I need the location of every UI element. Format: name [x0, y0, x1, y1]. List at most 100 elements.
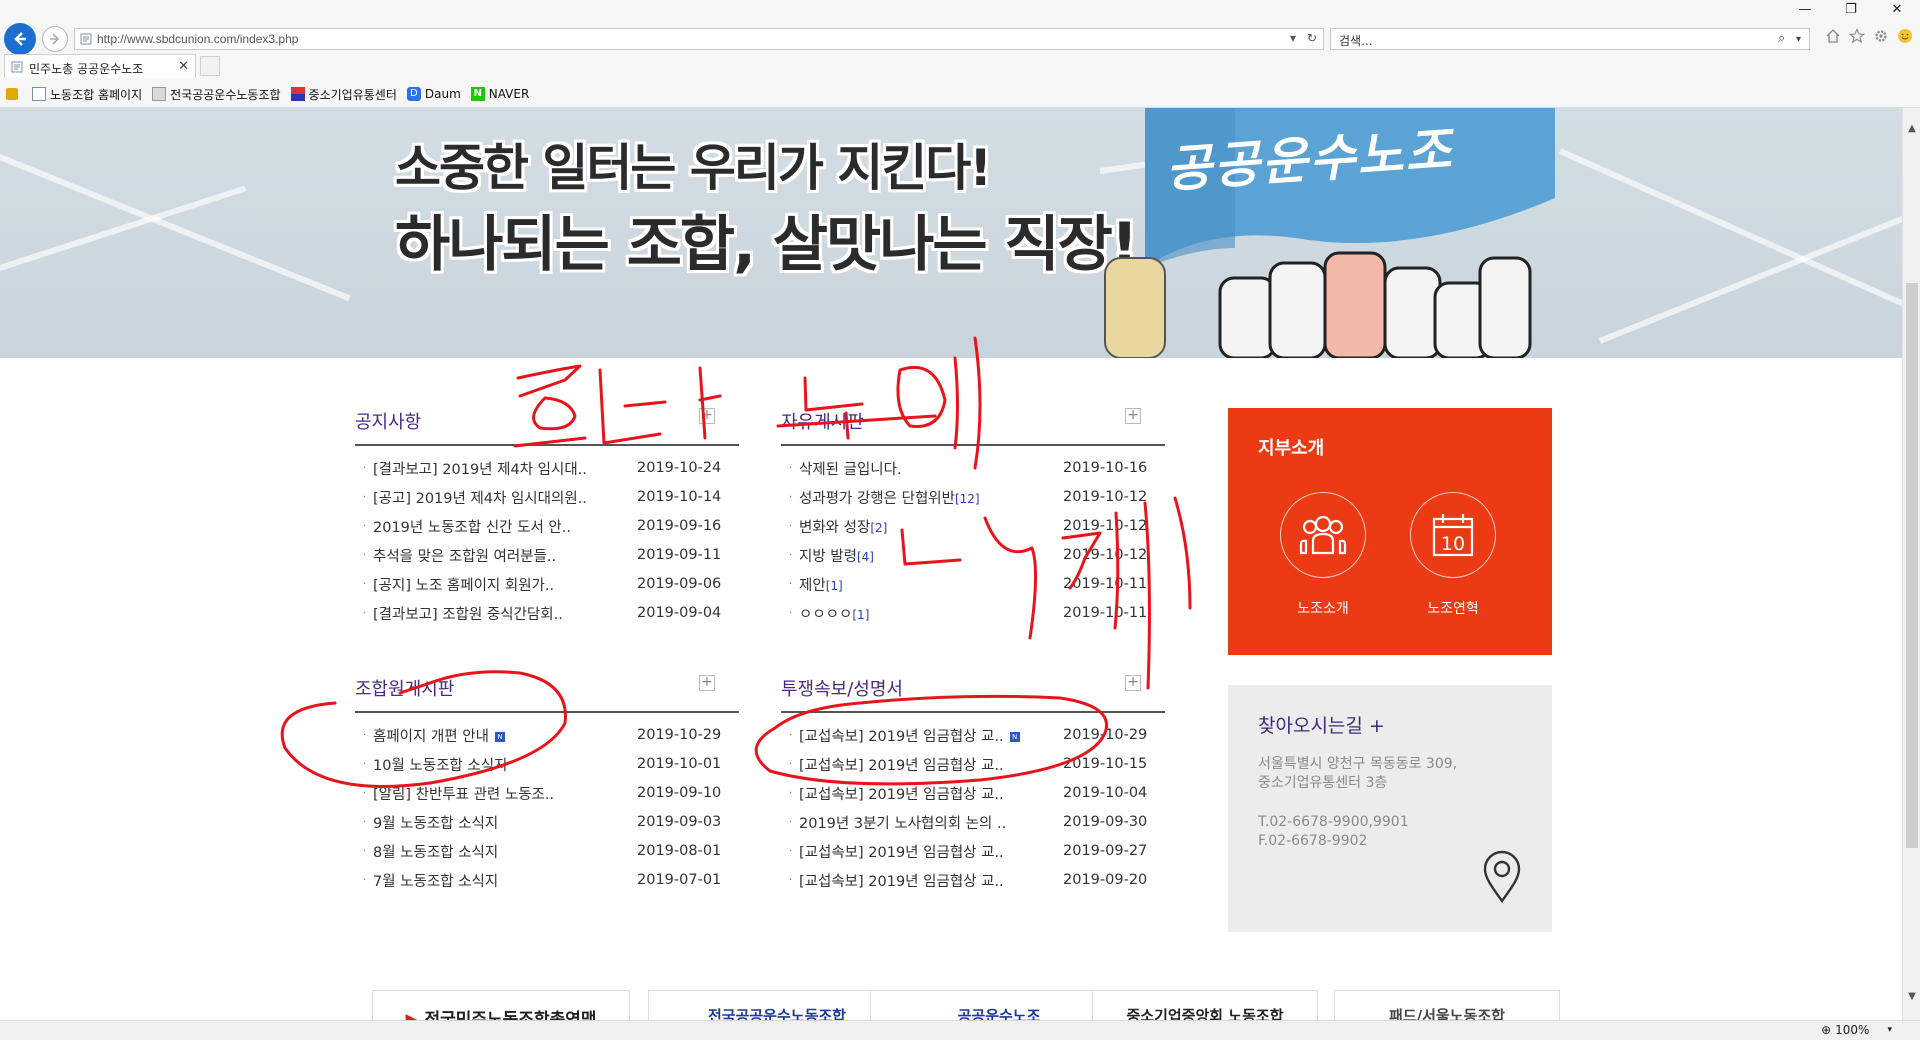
post-title: 제안[1]	[799, 574, 1041, 595]
home-icon[interactable]	[1825, 28, 1841, 44]
post-title: ㅇㅇㅇㅇ[1]	[799, 603, 1041, 624]
post-title-text: [교섭속보] 2019년 임금협상 교..	[799, 845, 1004, 861]
list-item[interactable]: · 성과평가 강행은 단협위반[12] 2019-10-12	[781, 483, 1165, 512]
union-intro-button[interactable]	[1280, 492, 1366, 578]
minimize-icon[interactable]: —	[1782, 0, 1828, 20]
post-date: 2019-10-29	[637, 727, 722, 743]
post-date: 2019-09-27	[1063, 843, 1148, 859]
member-more-plus-icon[interactable]: +	[699, 675, 715, 691]
search-box[interactable]: 검색... ⌕ ▾	[1330, 28, 1810, 50]
list-item[interactable]: · 홈페이지 개편 안내 N 2019-10-29	[355, 721, 739, 750]
list-item[interactable]: · 변화와 성장[2] 2019-10-12	[781, 512, 1165, 541]
scroll-up-icon[interactable]: ▲	[1903, 120, 1920, 138]
vertical-scrollbar[interactable]: ▲ ▼	[1902, 108, 1920, 1020]
map-pin-icon[interactable]	[1480, 849, 1524, 905]
search-placeholder: 검색...	[1339, 34, 1373, 48]
free-board-title[interactable]: 자유게시판	[781, 408, 1165, 442]
list-item[interactable]: · [공지] 노조 홈페이지 회원가.. 2019-09-06	[355, 570, 739, 599]
bullet: ·	[363, 550, 367, 561]
post-title-text: 9월 노동조합 소식지	[373, 816, 499, 832]
favorite-label: 노동조합 홈페이지	[50, 87, 143, 102]
union-history-button[interactable]: 10	[1410, 492, 1496, 578]
partner-banner-kptu[interactable]: 전국공공운수노동조합	[648, 990, 906, 1020]
address-line2: 중소기업유통센터 3층	[1258, 775, 1388, 791]
bullet: ·	[789, 550, 793, 561]
settings-gear-icon[interactable]	[1873, 28, 1889, 44]
list-item[interactable]: · [교섭속보] 2019년 임금협상 교.. 2019-09-20	[781, 866, 1165, 895]
tab-row: 민주노총 공공운수노조 ✕	[0, 54, 1920, 80]
struggle-more-plus-icon[interactable]: +	[1125, 675, 1141, 691]
union-history-label[interactable]: 노조연혁	[1398, 598, 1508, 618]
back-button[interactable]	[4, 23, 36, 55]
post-title: [알림] 찬반투표 관련 노동조..	[373, 783, 615, 804]
tab-favicon-icon	[11, 61, 23, 73]
list-item[interactable]: · [교섭속보] 2019년 임금협상 교.. 2019-10-04	[781, 779, 1165, 808]
list-item[interactable]: · 10월 노동조합 소식지 2019-10-01	[355, 750, 739, 779]
list-item[interactable]: · [교섭속보] 2019년 임금협상 교.. 2019-10-15	[781, 750, 1165, 779]
address-bar[interactable]: http://www.sbdcunion.com/index3.php ▾ ↻	[74, 28, 1324, 50]
list-item[interactable]: · 2019년 3분기 노사협의회 논의 .. 2019-09-30	[781, 808, 1165, 837]
bullet: ·	[363, 521, 367, 532]
post-date: 2019-09-03	[637, 814, 722, 830]
favorite-link-union-home[interactable]: 노동조합 홈페이지	[32, 86, 142, 103]
free-more-plus-icon[interactable]: +	[1125, 408, 1141, 424]
forward-button[interactable]	[42, 26, 68, 52]
favorite-label: 중소기업유통센터	[308, 87, 397, 102]
favorites-star-icon[interactable]	[1848, 28, 1866, 44]
favorite-link-sbdc[interactable]: 중소기업유통센터	[290, 86, 397, 103]
list-item[interactable]: · [공고] 2019년 제4차 임시대의원.. 2019-10-14	[355, 483, 739, 512]
directions-title[interactable]: 찾아오시는길 +	[1258, 711, 1385, 738]
list-item[interactable]: · 제안[1] 2019-10-11	[781, 570, 1165, 599]
zoom-dropdown-icon[interactable]: ▾	[1887, 1025, 1892, 1035]
post-title-text: [결과보고] 2019년 제4차 임시대..	[373, 462, 587, 478]
list-item[interactable]: · 삭제된 글입니다. 2019-10-16	[781, 454, 1165, 483]
post-title-text: 성과평가 강행은 단협위반	[799, 491, 955, 507]
member-board-title[interactable]: 조합원게시판	[355, 675, 739, 709]
address-dropdown-icon[interactable]: ▾	[1290, 31, 1296, 45]
tab-close-icon[interactable]: ✕	[178, 59, 189, 74]
list-item[interactable]: · [결과보고] 2019년 제4차 임시대.. 2019-10-24	[355, 454, 739, 483]
search-icon[interactable]: ⌕	[1778, 31, 1785, 46]
branch-intro-title: 지부소개	[1258, 438, 1325, 459]
browser-tab-active[interactable]: 민주노총 공공운수노조 ✕	[4, 54, 196, 78]
favorites-star-add-icon[interactable]	[6, 88, 22, 100]
favorite-link-daum[interactable]: D Daum	[406, 87, 461, 101]
partner-banner-other[interactable]: 패드/서울노동조합	[1334, 990, 1560, 1020]
restore-icon[interactable]: ❐	[1828, 0, 1874, 20]
list-item[interactable]: · [결과보고] 조합원 중식간담회.. 2019-09-04	[355, 599, 739, 628]
board-divider	[355, 444, 739, 446]
notice-board-title[interactable]: 공지사항	[355, 408, 739, 442]
list-item[interactable]: · 8월 노동조합 소식지 2019-08-01	[355, 837, 739, 866]
list-item[interactable]: · [교섭속보] 2019년 임금협상 교.. 2019-09-27	[781, 837, 1165, 866]
list-item[interactable]: · 7월 노동조합 소식지 2019-07-01	[355, 866, 739, 895]
new-tab-button[interactable]	[200, 56, 220, 76]
partner-name: 공공운수노조	[957, 1007, 1041, 1020]
post-title-text: [교섭속보] 2019년 임금협상 교..	[799, 874, 1004, 890]
post-title-text: 8월 노동조합 소식지	[373, 845, 499, 861]
list-item[interactable]: · 지방 발령[4] 2019-10-12	[781, 541, 1165, 570]
refresh-icon[interactable]: ↻	[1307, 31, 1317, 45]
scrollbar-thumb[interactable]	[1906, 283, 1918, 848]
list-item[interactable]: · 2019년 노동조합 신간 도서 안.. 2019-09-16	[355, 512, 739, 541]
partner-banner-kptu2[interactable]: 공공운수노조	[870, 990, 1128, 1020]
list-item[interactable]: · 9월 노동조합 소식지 2019-09-03	[355, 808, 739, 837]
list-item[interactable]: · 추석을 맞은 조합원 여러분들.. 2019-09-11	[355, 541, 739, 570]
scroll-down-icon[interactable]: ▼	[1903, 988, 1920, 1006]
partner-banner-kbiz-union[interactable]: 중소기업중앙회 노동조합	[1092, 990, 1318, 1020]
smiley-feedback-icon[interactable]	[1897, 28, 1913, 44]
favorite-link-kptu[interactable]: 전국공공운수노동조합	[152, 86, 281, 103]
zoom-control[interactable]: ⊕ 100% ▾	[1821, 1023, 1892, 1037]
partner-banner-kctu[interactable]: ▶ 전국민주노동조합총연맹	[372, 990, 630, 1020]
list-item[interactable]: · [교섭속보] 2019년 임금협상 교.. N 2019-10-29	[781, 721, 1165, 750]
list-item[interactable]: · ㅇㅇㅇㅇ[1] 2019-10-11	[781, 599, 1165, 628]
struggle-board: 투쟁속보/성명서 + · [교섭속보] 2019년 임금협상 교.. N 2019-1…	[781, 675, 1165, 890]
struggle-board-title[interactable]: 투쟁속보/성명서	[781, 675, 1165, 709]
search-dropdown-icon[interactable]: ▾	[1796, 34, 1801, 45]
list-item[interactable]: · [알림] 찬반투표 관련 노동조.. 2019-09-10	[355, 779, 739, 808]
back-arrow-icon	[14, 32, 26, 46]
close-icon[interactable]: ✕	[1874, 0, 1920, 20]
union-intro-label[interactable]: 노조소개	[1268, 598, 1378, 618]
notice-more-plus-icon[interactable]: +	[699, 408, 715, 424]
favorite-link-naver[interactable]: N NAVER	[470, 87, 529, 101]
free-board: 자유게시판 + · 삭제된 글입니다. 2019-10-16 · 성과평가 강행은 단…	[781, 408, 1165, 623]
